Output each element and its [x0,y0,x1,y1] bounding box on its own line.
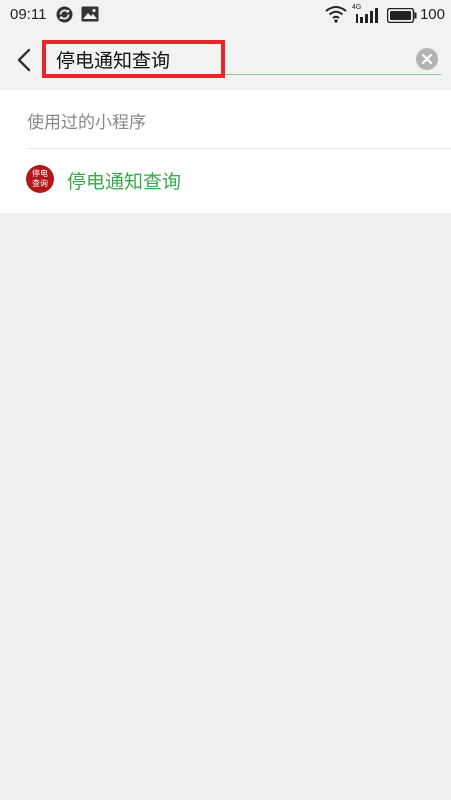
mini-program-logo: 停电 查询 [26,165,54,193]
back-arrow-icon [17,48,31,72]
status-time: 09:11 [10,6,47,23]
mini-program-result[interactable]: 停电 查询 停电通知查询 [0,149,451,213]
logo-text-top: 停电 [32,169,48,178]
search-input[interactable] [56,44,386,74]
status-bar: 09:11 4G 100 [0,0,451,32]
search-input-underline [48,74,441,75]
clear-icon [421,53,433,65]
wifi-icon [325,6,347,23]
image-icon [81,6,99,22]
battery-icon [387,8,417,23]
mini-program-name: 停电通知查询 [67,171,182,193]
back-button[interactable] [12,44,40,76]
logo-text-bottom: 查询 [32,179,48,188]
clear-button[interactable] [416,48,438,70]
signal-icon [356,8,378,23]
sync-icon [56,6,73,23]
search-bar [0,32,451,90]
battery-level: 100 [419,6,445,23]
section-header: 使用过的小程序 [27,113,146,133]
results-panel: 使用过的小程序 停电 查询 停电通知查询 [0,90,451,213]
